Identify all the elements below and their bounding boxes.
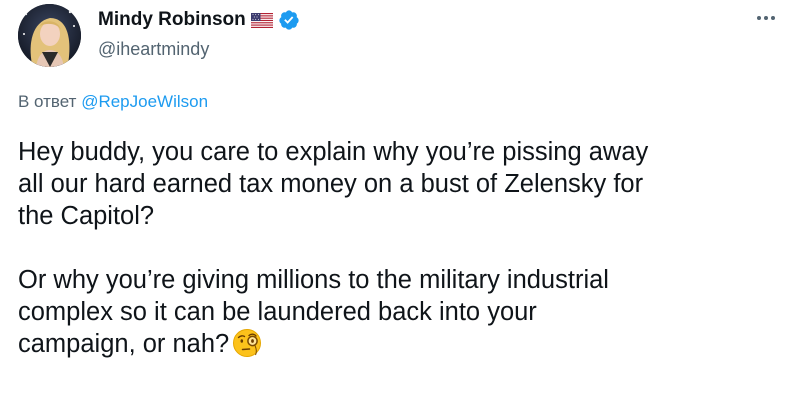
tweet-line-text: campaign, or nah? (18, 330, 230, 358)
verified-badge-icon (278, 9, 300, 31)
reply-mention-link[interactable]: @RepJoeWilson (81, 92, 208, 111)
tweet-line: the Capitol? (18, 202, 155, 230)
tweet-line-last: campaign, or nah? (18, 328, 788, 360)
author-name-row: Mindy Robinson (98, 9, 300, 31)
tweet-line: Or why you’re giving millions to the mil… (18, 266, 609, 294)
tweet-text: Hey buddy, you care to explain why you’r… (18, 136, 788, 360)
face-with-monocle-icon (232, 328, 262, 358)
display-name[interactable]: Mindy Robinson (98, 9, 246, 31)
tweet-line: Hey buddy, you care to explain why you’r… (18, 138, 649, 166)
reply-prefix: В ответ (18, 92, 77, 111)
avatar[interactable] (18, 4, 81, 67)
tweet-line: all our hard earned tax money on a bust … (18, 170, 644, 198)
author-handle[interactable]: @iheartmindy (98, 38, 209, 60)
more-options-button[interactable] (754, 6, 778, 30)
more-horizontal-icon (756, 15, 776, 21)
tweet-card: Mindy Robinson @iheartmindy В ответ @Rep… (0, 0, 802, 405)
tweet-line: complex so it can be laundered back into… (18, 298, 537, 326)
us-flag-icon (250, 12, 273, 28)
reply-context: В ответ @RepJoeWilson (18, 92, 208, 112)
